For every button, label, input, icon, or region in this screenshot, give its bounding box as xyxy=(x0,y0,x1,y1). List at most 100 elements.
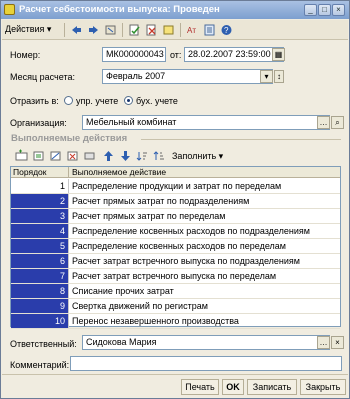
row-action: Расчет затрат встречного выпуска по подр… xyxy=(72,256,300,266)
row-divider xyxy=(68,284,69,298)
radio-accounting[interactable] xyxy=(124,96,133,105)
svg-text:?: ? xyxy=(224,26,229,35)
comment-label: Комментарий: xyxy=(10,360,70,370)
stepper-icon[interactable]: ↕ xyxy=(274,70,284,83)
row-action: Списание прочих затрат xyxy=(72,286,174,296)
row-action: Распределение косвенных расходов по подр… xyxy=(72,226,310,236)
organization-label: Организация: xyxy=(10,118,67,128)
search-icon[interactable]: ⌕ xyxy=(331,116,344,129)
row-order: 8 xyxy=(11,284,68,298)
help-icon[interactable]: ? xyxy=(219,23,234,37)
sort-asc-icon[interactable] xyxy=(135,149,150,163)
post-document-icon[interactable] xyxy=(127,23,142,37)
report-icon[interactable]: Aт xyxy=(185,23,200,37)
document-window: Расчет себестоимости выпуска: Проведен _… xyxy=(0,0,350,399)
responsible-label: Ответственный: xyxy=(10,339,77,349)
section-title: Выполняемые действия xyxy=(11,133,128,144)
row-divider xyxy=(68,314,69,328)
chevron-down-icon[interactable]: ▾ xyxy=(260,70,273,83)
save-button[interactable]: Записать xyxy=(247,379,297,395)
add-row-icon[interactable] xyxy=(14,149,29,163)
organization-field[interactable]: Мебельный комбинат xyxy=(82,115,330,130)
row-order: 5 xyxy=(11,239,68,253)
table-row[interactable]: 3 Расчет прямых затрат по переделам xyxy=(11,209,340,224)
row-divider xyxy=(68,224,69,238)
row-action: Расчет прямых затрат по переделам xyxy=(72,211,226,221)
end-edit-icon[interactable] xyxy=(82,149,97,163)
unpost-document-icon[interactable] xyxy=(144,23,159,37)
close-icon[interactable]: × xyxy=(332,4,345,16)
date-label: от: xyxy=(170,50,182,60)
sort-desc-icon[interactable] xyxy=(152,149,167,163)
row-divider xyxy=(68,269,69,283)
radio-management-label: упр. учете xyxy=(76,96,119,106)
table-row[interactable]: 2 Расчет прямых затрат по подразделениям xyxy=(11,194,340,209)
row-order: 10 xyxy=(11,314,68,328)
number-label: Номер: xyxy=(10,50,41,60)
reflect-label: Отразить в: xyxy=(10,96,59,106)
actions-menu[interactable]: Действия ▾ xyxy=(5,24,51,35)
table-row[interactable]: 10 Перенос незавершенного производства xyxy=(11,314,340,329)
delete-row-icon[interactable] xyxy=(65,149,80,163)
edit-row-icon[interactable] xyxy=(48,149,63,163)
clear-icon[interactable]: × xyxy=(331,336,344,349)
column-order[interactable]: Порядок xyxy=(13,167,46,177)
row-divider xyxy=(68,179,69,193)
toolbar-separator xyxy=(122,23,123,37)
minimize-icon[interactable]: _ xyxy=(304,4,317,16)
row-order: 2 xyxy=(11,194,68,208)
move-up-icon[interactable] xyxy=(101,149,116,163)
print-button[interactable]: Печать xyxy=(181,379,219,395)
column-action[interactable]: Выполняемое действие xyxy=(72,167,166,177)
responsible-field[interactable]: Сидокова Мария xyxy=(82,335,330,350)
month-label: Месяц расчета: xyxy=(10,72,75,82)
copy-row-icon[interactable] xyxy=(31,149,46,163)
movements-icon[interactable] xyxy=(161,23,176,37)
radio-management[interactable] xyxy=(64,96,73,105)
column-divider xyxy=(68,167,69,178)
row-action: Расчет прямых затрат по подразделениям xyxy=(72,196,250,206)
month-select[interactable]: Февраль 2007 xyxy=(102,69,273,84)
comment-field[interactable] xyxy=(70,356,342,371)
move-down-icon[interactable] xyxy=(118,149,133,163)
table-row[interactable]: 9 Свертка движений по регистрам xyxy=(11,299,340,314)
title-bar: Расчет себестоимости выпуска: Проведен _… xyxy=(1,1,349,19)
table-row[interactable]: 4 Распределение косвенных расходов по под… xyxy=(11,224,340,239)
actions-table: Порядок Выполняемое действие 1 Распределе… xyxy=(10,166,341,329)
select-ellipsis-icon[interactable]: … xyxy=(317,116,330,129)
number-field[interactable]: МК000000043 xyxy=(102,47,166,62)
refresh-icon[interactable] xyxy=(103,23,118,37)
fill-menu[interactable]: Заполнить ▾ xyxy=(172,151,223,162)
date-field[interactable]: 28.02.2007 23:59:00 xyxy=(184,47,284,62)
toolbar: Действия ▾ Aт ? xyxy=(2,20,348,40)
row-action: Распределение косвенных расходов по пере… xyxy=(72,241,286,251)
table-row[interactable]: 8 Списание прочих затрат xyxy=(11,284,340,299)
structure-icon[interactable] xyxy=(202,23,217,37)
row-divider xyxy=(68,299,69,313)
svg-text:Aт: Aт xyxy=(187,26,196,35)
row-order: 4 xyxy=(11,224,68,238)
table-row[interactable]: 7 Расчет затрат встречного выпуска по пер… xyxy=(11,269,340,284)
close-button[interactable]: Закрыть xyxy=(300,379,346,395)
select-ellipsis-icon[interactable]: … xyxy=(317,336,330,349)
row-action: Распределение продукции и затрат по пере… xyxy=(72,181,282,191)
table-row[interactable]: 6 Расчет затрат встречного выпуска по под… xyxy=(11,254,340,269)
footer-divider xyxy=(2,374,348,375)
toolbar-separator xyxy=(180,23,181,37)
row-divider xyxy=(68,254,69,268)
row-action: Расчет затрат встречного выпуска по пере… xyxy=(72,271,277,281)
maximize-icon[interactable]: □ xyxy=(318,4,331,16)
toolbar-separator xyxy=(64,23,65,37)
table-row[interactable]: 1 Распределение продукции и затрат по пер… xyxy=(11,179,340,194)
calendar-icon[interactable]: ▦ xyxy=(272,48,285,61)
row-divider xyxy=(68,239,69,253)
table-row[interactable]: 5 Распределение косвенных расходов по пер… xyxy=(11,239,340,254)
radio-accounting-label: бух. учете xyxy=(136,96,178,106)
row-order: 9 xyxy=(11,299,68,313)
section-divider xyxy=(141,139,341,140)
table-header: Порядок Выполняемое действие xyxy=(11,167,340,178)
back-arrow-icon[interactable] xyxy=(69,23,84,37)
row-divider xyxy=(68,209,69,223)
ok-button[interactable]: OK xyxy=(222,379,244,395)
forward-arrow-icon[interactable] xyxy=(86,23,101,37)
